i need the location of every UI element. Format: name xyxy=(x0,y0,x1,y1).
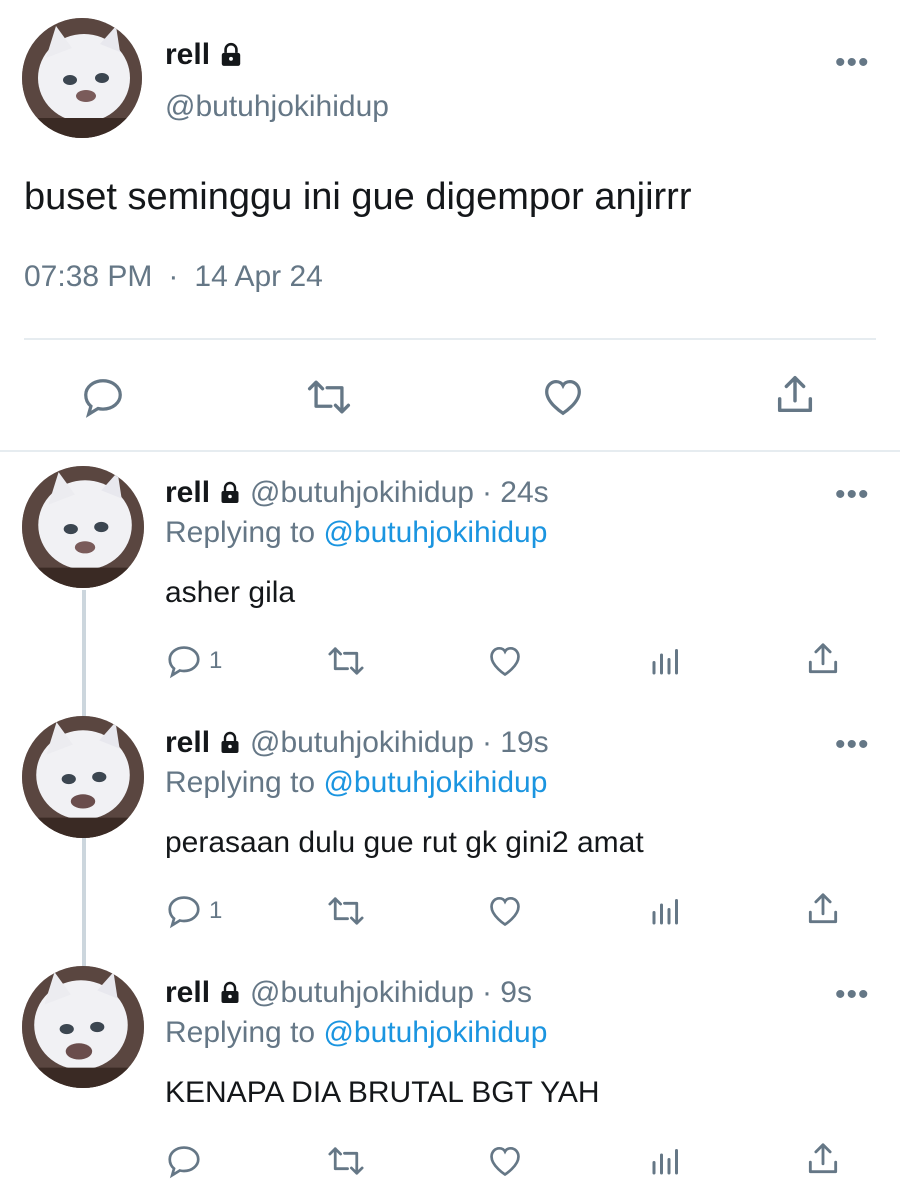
like-icon[interactable] xyxy=(486,642,524,680)
reply-age[interactable]: · 24s xyxy=(482,476,549,510)
avatar[interactable] xyxy=(22,466,144,588)
reply-count: 1 xyxy=(209,647,223,674)
cat-avatar-icon xyxy=(22,716,144,838)
retweet-icon[interactable] xyxy=(326,1142,366,1180)
reply-icon[interactable] xyxy=(165,1142,203,1180)
author-handle[interactable]: @butuhjokihidup xyxy=(250,976,474,1010)
replying-to-label: Replying to xyxy=(165,766,316,799)
lock-icon xyxy=(218,731,242,755)
cat-avatar-icon xyxy=(22,966,144,1088)
divider xyxy=(24,338,876,340)
tweet-date[interactable]: 14 Apr 24 xyxy=(194,260,322,294)
share-icon[interactable] xyxy=(804,1140,842,1178)
avatar[interactable] xyxy=(22,716,144,838)
more-options-icon[interactable]: ••• xyxy=(835,980,870,1010)
cat-avatar-icon xyxy=(22,18,142,138)
tweet-time[interactable]: 07:38 PM xyxy=(24,260,152,294)
more-options-icon[interactable]: ••• xyxy=(835,48,870,78)
tweet-text: buset seminggu ini gue digempor anjirrr xyxy=(24,176,692,218)
reply-count: 1 xyxy=(209,897,223,924)
author-name[interactable]: rell xyxy=(165,476,210,510)
lock-icon xyxy=(218,481,242,505)
reply-text: perasaan dulu gue rut gk gini2 amat xyxy=(165,826,644,859)
meta-separator: · xyxy=(168,260,179,293)
reply-icon[interactable] xyxy=(80,374,126,420)
avatar[interactable] xyxy=(22,966,144,1088)
reply-icon[interactable] xyxy=(165,642,203,680)
author-name[interactable]: rell xyxy=(165,38,210,72)
analytics-icon[interactable] xyxy=(648,1142,684,1180)
retweet-icon[interactable] xyxy=(326,892,366,930)
reply-text: KENAPA DIA BRUTAL BGT YAH xyxy=(165,1076,600,1109)
author-name[interactable]: rell xyxy=(165,976,210,1010)
replying-to-link[interactable]: @butuhjokihidup xyxy=(323,766,547,799)
replying-to-label: Replying to xyxy=(165,516,316,549)
analytics-icon[interactable] xyxy=(648,892,684,930)
like-icon[interactable] xyxy=(540,374,586,420)
cat-avatar-icon xyxy=(22,466,144,588)
reply-age[interactable]: · 19s xyxy=(482,726,549,760)
reply-age[interactable]: · 9s xyxy=(482,976,532,1010)
avatar[interactable] xyxy=(22,18,142,138)
replying-to-link[interactable]: @butuhjokihidup xyxy=(323,1016,547,1049)
replying-to-label: Replying to xyxy=(165,1016,316,1049)
share-icon[interactable] xyxy=(772,372,818,418)
lock-icon xyxy=(218,42,244,68)
retweet-icon[interactable] xyxy=(326,642,366,680)
share-icon[interactable] xyxy=(804,890,842,928)
like-icon[interactable] xyxy=(486,892,524,930)
lock-icon xyxy=(218,981,242,1005)
author-handle[interactable]: @butuhjokihidup xyxy=(250,476,474,510)
section-divider xyxy=(0,450,900,452)
more-options-icon[interactable]: ••• xyxy=(835,480,870,510)
reply-text: asher gila xyxy=(165,576,296,609)
reply-icon[interactable] xyxy=(165,892,203,930)
like-icon[interactable] xyxy=(486,1142,524,1180)
replying-to-link[interactable]: @butuhjokihidup xyxy=(323,516,547,549)
author-name[interactable]: rell xyxy=(165,726,210,760)
retweet-icon[interactable] xyxy=(305,374,353,420)
author-handle[interactable]: @butuhjokihidup xyxy=(165,90,389,124)
author-handle[interactable]: @butuhjokihidup xyxy=(250,726,474,760)
more-options-icon[interactable]: ••• xyxy=(835,730,870,760)
share-icon[interactable] xyxy=(804,640,842,678)
analytics-icon[interactable] xyxy=(648,642,684,680)
